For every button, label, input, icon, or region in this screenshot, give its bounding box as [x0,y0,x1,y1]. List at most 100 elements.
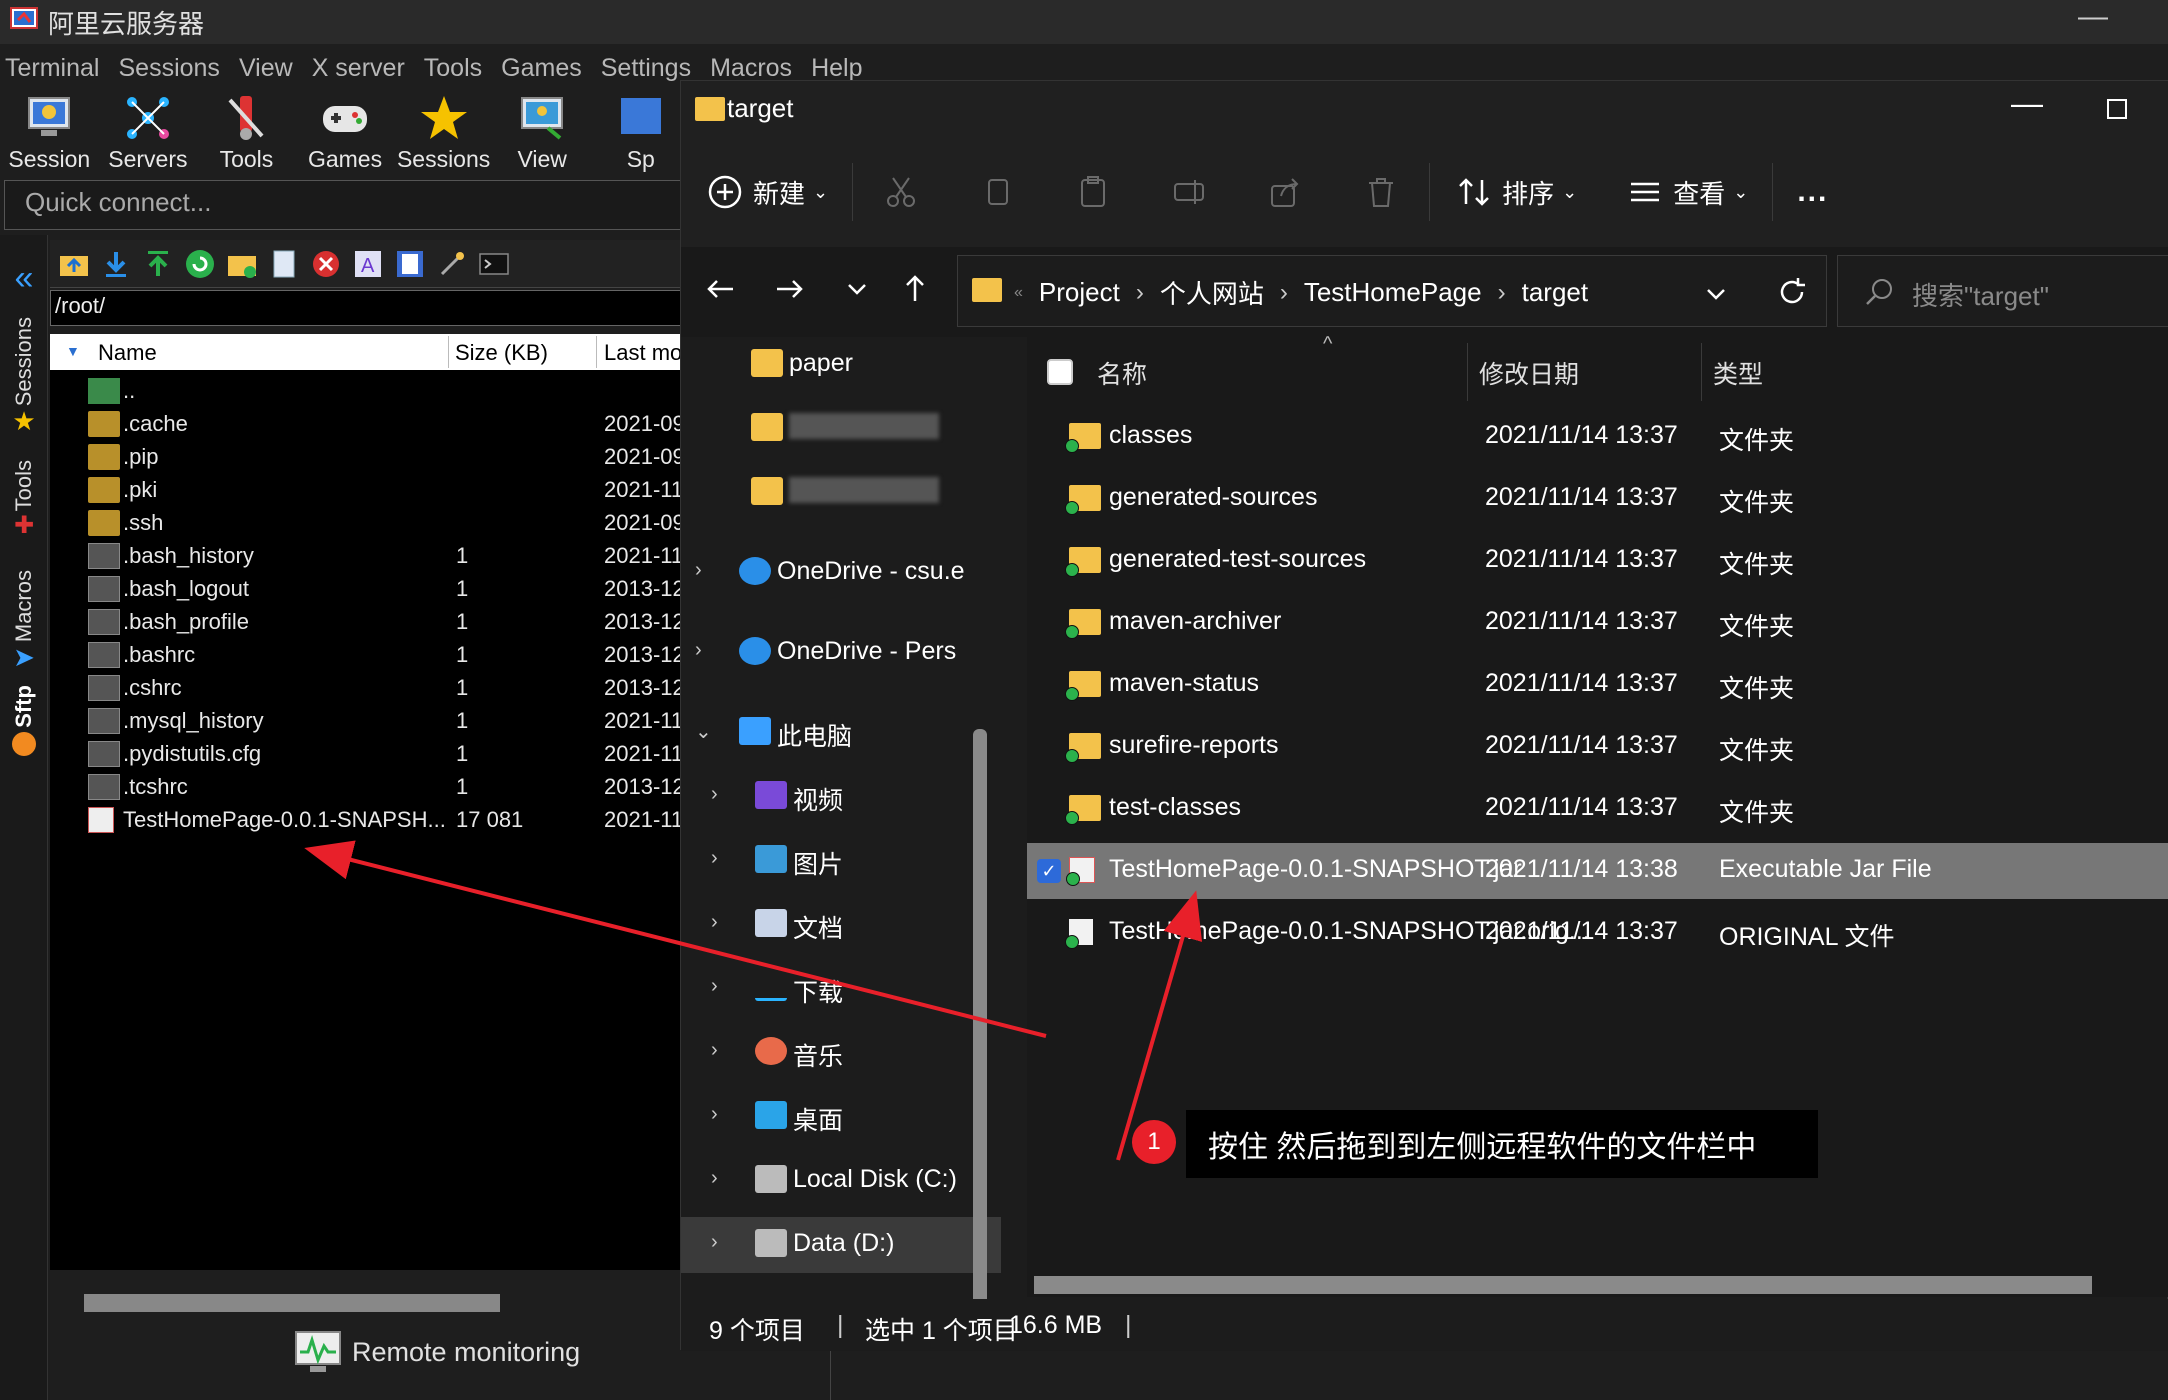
nav-item[interactable]: paper [681,337,1001,393]
chevron-right-icon[interactable]: › [711,1231,718,1254]
toolbar-games-button[interactable]: Games [296,88,395,178]
chevron-right-icon[interactable]: › [711,847,718,870]
address-dropdown-button[interactable] [1698,276,1734,312]
share-button[interactable] [1237,157,1333,227]
paste-button[interactable] [1045,157,1141,227]
nav-item[interactable] [681,465,1001,521]
sftp-file-row[interactable]: .bash_profile 1 2013-12 [50,605,690,638]
sftp-file-row[interactable]: .ssh 2021-09 [50,506,690,539]
sftp-file-row[interactable]: .bash_logout 1 2013-12 [50,572,690,605]
new-folder-icon[interactable] [226,248,258,280]
toolbar-view-button[interactable]: View [493,88,592,178]
row-checkbox[interactable]: ✓ [1037,859,1061,883]
column-last-modified[interactable]: Last mo [604,340,682,366]
toolbar-split-button[interactable]: Sp [591,88,690,178]
folder-row[interactable]: maven-status 2021/11/14 13:37 文件夹 [1027,657,2168,713]
breadcrumb-personal-site[interactable]: 个人网站 [1160,274,1264,311]
menu-games[interactable]: Games [496,48,596,88]
nav-item[interactable]: › 桌面 [681,1089,1001,1145]
back-button[interactable] [699,267,743,311]
chevron-down-icon[interactable]: ⌄ [695,719,712,744]
nav-item[interactable]: ⌄ 此电脑 [681,705,1001,761]
sftp-file-row[interactable]: TestHomePage-0.0.1-SNAPSH... 17 081 2021-1… [50,803,690,836]
column-type[interactable]: 类型 [1713,355,1763,391]
new-file-icon[interactable] [268,248,300,280]
nav-item[interactable]: › Local Disk (C:) [681,1153,1001,1209]
side-tab-sessions[interactable]: Sessions ★ [4,317,44,437]
toolbar-servers-button[interactable]: Servers [99,88,198,178]
chevron-right-icon[interactable]: › [695,639,702,662]
nav-item[interactable] [681,401,1001,457]
folder-row[interactable]: generated-test-sources 2021/11/14 13:37 文件… [1027,533,2168,589]
recent-locations-button[interactable] [835,267,879,311]
explorer-minimize-button[interactable]: — [2011,85,2043,122]
upload-icon[interactable] [142,248,174,280]
toolbar-session-button[interactable]: Session [0,88,99,178]
chevron-right-icon[interactable]: › [711,1039,718,1062]
folder-row[interactable]: classes 2021/11/14 13:37 文件夹 [1027,409,2168,465]
refresh-icon[interactable] [184,248,216,280]
upload-folder-icon[interactable] [58,248,90,280]
quick-connect-input[interactable]: Quick connect... [4,180,694,230]
chevron-right-icon[interactable]: › [711,911,718,934]
magic-wand-icon[interactable] [436,248,468,280]
breadcrumb-testhomepage[interactable]: TestHomePage [1304,277,1482,308]
toolbar-tools-button[interactable]: Tools [197,88,296,178]
nav-item[interactable]: › 音乐 [681,1025,1001,1081]
copy-button[interactable] [949,157,1045,227]
folder-row[interactable]: maven-archiver 2021/11/14 13:37 文件夹 [1027,595,2168,651]
cut-button[interactable] [853,157,949,227]
delete-icon[interactable] [310,248,342,280]
folder-row[interactable]: surefire-reports 2021/11/14 13:37 文件夹 [1027,719,2168,775]
chevron-right-icon[interactable]: › [711,975,718,998]
sftp-file-row[interactable]: .bashrc 1 2013-12 [50,638,690,671]
sftp-path-input[interactable]: /root/ [50,290,690,326]
folder-row[interactable]: generated-sources 2021/11/14 13:37 文件夹 [1027,471,2168,527]
column-size[interactable]: Size (KB) [455,340,548,366]
sftp-file-row[interactable]: .pki 2021-11 [50,473,690,506]
column-date-modified[interactable]: 修改日期 [1479,355,1579,391]
nav-item[interactable]: › OneDrive - csu.e [681,545,1001,601]
sftp-file-row[interactable]: .pip 2021-09 [50,440,690,473]
rename-icon[interactable]: A [352,248,384,280]
sftp-horizontal-scrollbar[interactable] [84,1294,500,1312]
sftp-file-row[interactable]: .mysql_history 1 2021-11 [50,704,690,737]
properties-icon[interactable] [394,248,426,280]
menu-sessions[interactable]: Sessions [113,48,233,88]
rename-button[interactable] [1141,157,1237,227]
menu-terminal[interactable]: Terminal [0,48,113,88]
forward-button[interactable] [767,267,811,311]
address-bar[interactable]: « Project › 个人网站 › TestHomePage › target [957,255,1827,327]
new-button[interactable]: 新建 ⌄ [681,157,852,227]
chevron-right-icon[interactable]: › [711,1103,718,1126]
column-name[interactable]: Name [98,340,157,366]
view-button[interactable]: 查看 ⌄ [1601,157,1772,227]
collapse-sidebar-button[interactable]: « [4,259,44,298]
download-icon[interactable] [100,248,132,280]
side-tab-macros[interactable]: Macros ➤ [4,570,44,673]
sftp-file-row[interactable]: .tcshrc 1 2013-12 [50,770,690,803]
search-box[interactable]: 搜索"target" [1837,255,2168,327]
moba-minimize-button[interactable]: — [2078,0,2108,34]
sftp-file-row[interactable]: .cache 2021-09 [50,407,690,440]
delete-button[interactable] [1333,157,1429,227]
side-tab-tools[interactable]: Tools ✚ [4,460,44,540]
toolbar-sessions-button[interactable]: Sessions [394,88,493,178]
nav-item[interactable]: › 文档 [681,897,1001,953]
nav-item[interactable]: › Data (D:) [681,1217,1001,1273]
explorer-maximize-button[interactable] [2107,99,2127,119]
nav-item[interactable]: › 下载 [681,961,1001,1017]
chevron-right-icon[interactable]: › [711,783,718,806]
column-name[interactable]: 名称 [1097,355,1147,391]
remote-monitoring-button[interactable]: Remote monitoring [294,1330,580,1374]
more-options-button[interactable]: ... [1773,157,1852,227]
sftp-file-row[interactable]: .pydistutils.cfg 1 2021-11 [50,737,690,770]
select-all-checkbox[interactable] [1047,359,1073,385]
menu-view[interactable]: View [234,48,307,88]
side-tab-sftp[interactable]: Sftp [4,685,44,756]
menu-tools[interactable]: Tools [419,48,496,88]
folder-row[interactable]: test-classes 2021/11/14 13:37 文件夹 [1027,781,2168,837]
sort-button[interactable]: 排序 ⌄ [1430,157,1601,227]
nav-item[interactable]: › 图片 [681,833,1001,889]
chevron-right-icon[interactable]: › [711,1167,718,1190]
